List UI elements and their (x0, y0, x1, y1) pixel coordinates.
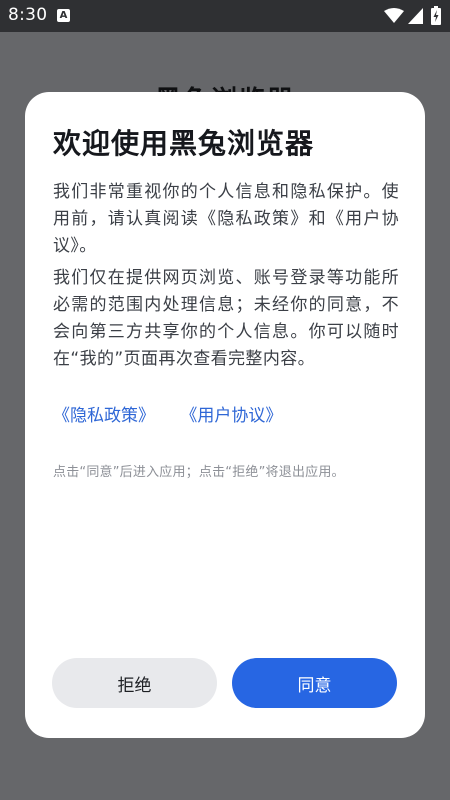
status-bar: 8:30 A (0, 0, 450, 32)
user-agreement-link[interactable]: 《用户协议》 (180, 406, 282, 426)
privacy-intro-text: 我们非常重视你的个人信息和隐私保护。使用前，请认真阅读《隐私政策》和《用户协议》… (53, 182, 399, 256)
battery-icon (431, 6, 441, 25)
dialog-title: 欢迎使用黑兔浏览器 (53, 127, 315, 160)
notification-a-icon: A (57, 9, 70, 22)
agree-button[interactable]: 同意 (232, 658, 397, 708)
wifi-icon (384, 8, 404, 23)
hint-text: 点击“同意”后进入应用；点击“拒绝”将退出应用。 (53, 465, 345, 480)
policy-links: 《隐私政策》 《用户协议》 (53, 401, 282, 426)
reject-button[interactable]: 拒绝 (52, 658, 217, 708)
status-time: 8:30 (8, 5, 48, 25)
privacy-dialog: 欢迎使用黑兔浏览器 我们非常重视你的个人信息和隐私保护。使用前，请认真阅读《隐私… (25, 92, 425, 738)
privacy-policy-link[interactable]: 《隐私政策》 (53, 406, 155, 426)
app-screen: 8:30 A 黑兔浏览器 欢迎使用黑兔浏览器 我们非常重视你的个人信息和隐私保护… (0, 0, 450, 800)
signal-icon (408, 8, 423, 24)
privacy-detail-text: 我们仅在提供网页浏览、账号登录等功能所必需的范围内处理信息；未经你的同意，不会向… (53, 268, 399, 369)
